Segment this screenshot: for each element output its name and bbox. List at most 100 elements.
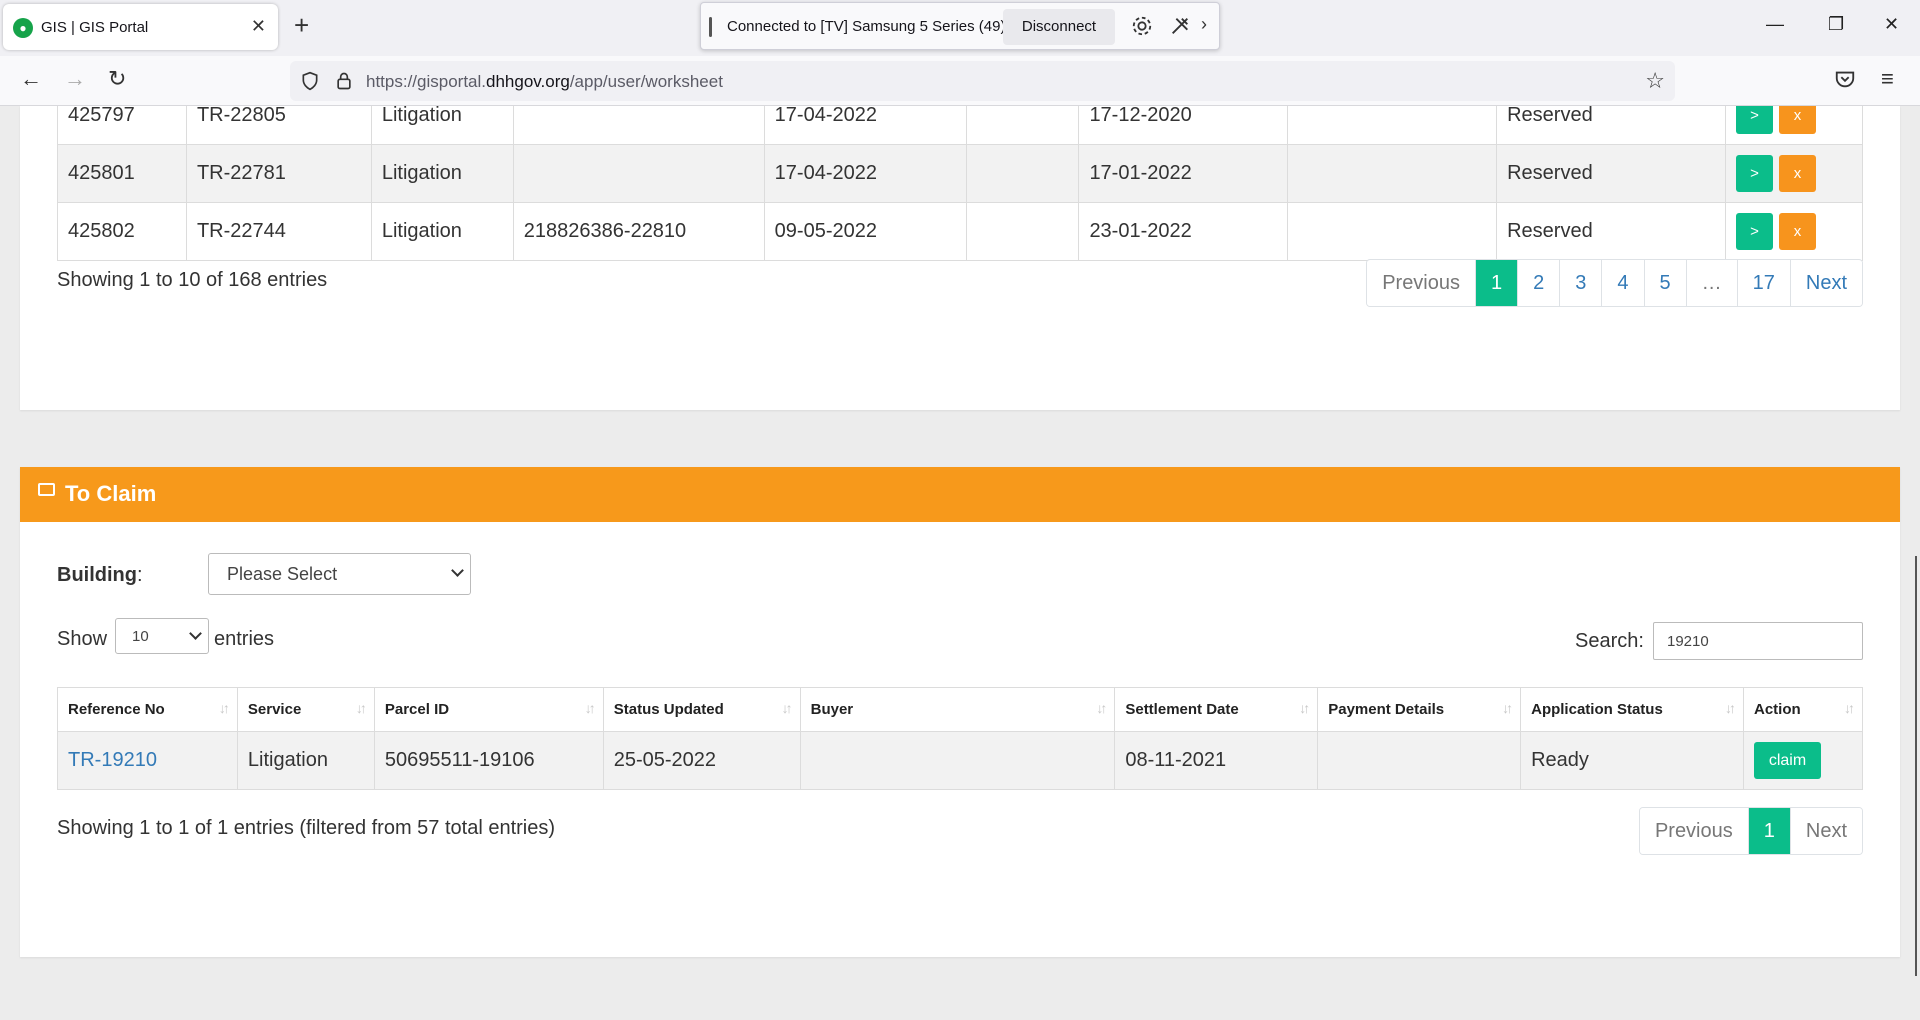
page-scrollbar[interactable]: [1912, 106, 1920, 1020]
pagination-previous[interactable]: Previous: [1367, 260, 1475, 306]
restore-icon[interactable]: ❐: [1828, 14, 1844, 35]
bookmark-star-icon[interactable]: ☆: [1645, 68, 1665, 94]
cell-buyer: [965, 106, 1080, 145]
unpin-icon[interactable]: [1169, 15, 1191, 37]
cell-buyer: [965, 202, 1080, 261]
remove-button[interactable]: x: [1778, 213, 1816, 250]
browser-tab[interactable]: ● GIS | GIS Portal ✕: [3, 4, 278, 50]
cell-app-status: Ready: [1520, 731, 1744, 790]
pagination-previous[interactable]: Previous: [1639, 808, 1748, 854]
chevron-down-icon: [451, 564, 464, 577]
pagination-page[interactable]: 4: [1601, 260, 1644, 306]
url-text[interactable]: https://gisportal.dhhgov.org/app/user/wo…: [366, 72, 723, 92]
column-header-settlement-date[interactable]: Settlement Date ↓↑: [1114, 687, 1319, 732]
column-header-payment-details[interactable]: Payment Details ↓↑: [1317, 687, 1522, 732]
shield-icon[interactable]: [300, 71, 320, 91]
pagination-page[interactable]: 1: [1747, 808, 1790, 854]
table-row: 425802 TR-22744 Litigation 218826386-228…: [57, 202, 1864, 261]
worksheet-table: 425797 TR-22805 Litigation 17-04-2022 17…: [57, 106, 1864, 261]
worksheet-card: 425797 TR-22805 Litigation 17-04-2022 17…: [20, 106, 1900, 410]
cell-ref: TR-22781: [185, 144, 372, 203]
column-header-status-updated[interactable]: Status Updated ↓↑: [602, 687, 801, 732]
pagination-next[interactable]: Next: [1789, 808, 1862, 854]
search-input[interactable]: 19210: [1653, 622, 1863, 660]
drag-handle-icon[interactable]: [709, 17, 712, 37]
entries-length-select[interactable]: 10: [115, 618, 209, 654]
cell-payment: [1287, 144, 1498, 203]
pagination-page[interactable]: 5: [1643, 260, 1686, 306]
cell-app-status: Reserved: [1496, 106, 1726, 145]
scrollbar-thumb[interactable]: [1915, 556, 1917, 976]
cell-ref: TR-22805: [185, 106, 372, 145]
table-info: Showing 1 to 10 of 168 entries: [57, 269, 328, 291]
table-row: 425797 TR-22805 Litigation 17-04-2022 17…: [57, 106, 1864, 145]
pagination: Previous 1 Next: [1638, 807, 1863, 855]
column-header-buyer[interactable]: Buyer ↓↑: [799, 687, 1116, 732]
claim-button[interactable]: claim: [1753, 742, 1821, 779]
forward-button[interactable]: >: [1735, 155, 1773, 192]
column-header-service[interactable]: Service ↓↑: [236, 687, 375, 732]
cell-payment: [1287, 106, 1498, 145]
building-select[interactable]: Please Select: [208, 553, 471, 595]
lock-icon[interactable]: [334, 70, 354, 92]
cell-action: > x: [1724, 144, 1864, 203]
cell-ref: TR-22744: [185, 202, 372, 261]
cell-settlement: 17-01-2022: [1078, 144, 1289, 203]
minimize-icon[interactable]: —: [1766, 14, 1784, 35]
forward-arrow-icon[interactable]: →: [64, 68, 86, 90]
pagination-ellipsis: …: [1685, 260, 1737, 306]
cell-service: Litigation: [370, 202, 514, 261]
column-header-reference-no[interactable]: Reference No ↓↑: [57, 687, 238, 732]
building-label: Building:: [57, 564, 143, 586]
sort-icon: ↓↑: [1724, 700, 1736, 716]
cell-buyer: [965, 144, 1080, 203]
pagination-next[interactable]: Next: [1789, 260, 1862, 306]
browser-navbar: ← → ↻ https://gisportal.dhhgov.org/app/u…: [0, 56, 1920, 106]
new-tab-icon[interactable]: +: [294, 10, 309, 41]
pagination-page[interactable]: 1: [1475, 260, 1518, 306]
table-info: Showing 1 to 1 of 1 entries (filtered fr…: [57, 817, 556, 839]
reload-icon[interactable]: ↻: [108, 68, 126, 90]
close-tab-icon[interactable]: ✕: [251, 16, 266, 37]
cell-status-updated: 25-05-2022: [602, 731, 801, 790]
cell-action: > x: [1724, 106, 1864, 145]
back-arrow-icon[interactable]: ←: [20, 68, 42, 90]
sort-icon: ↓↑: [218, 700, 230, 716]
remove-button[interactable]: x: [1778, 106, 1816, 134]
cell-id: 425797: [57, 106, 187, 145]
cell-settlement: 08-11-2021: [1114, 731, 1319, 790]
sort-icon: ↓↑: [355, 700, 367, 716]
forward-button[interactable]: >: [1735, 106, 1773, 134]
gear-icon[interactable]: [1131, 15, 1153, 37]
close-window-icon[interactable]: ✕: [1884, 14, 1899, 35]
cell-app-status: Reserved: [1496, 144, 1726, 203]
to-claim-table: Reference No ↓↑ Service ↓↑ Parcel ID ↓↑ Sta…: [57, 687, 1864, 790]
entries-label: entries: [214, 628, 275, 650]
column-header-parcel-id[interactable]: Parcel ID ↓↑: [373, 687, 604, 732]
pagination-page[interactable]: 17: [1736, 260, 1790, 306]
browser-tabbar: ● GIS | GIS Portal ✕ + Connected to [TV]…: [0, 0, 1920, 56]
cell-buyer: [799, 731, 1116, 790]
pagination-page[interactable]: 3: [1559, 260, 1602, 306]
menu-icon[interactable]: ≡: [1881, 68, 1894, 90]
pocket-icon[interactable]: [1834, 68, 1856, 90]
url-bar[interactable]: https://gisportal.dhhgov.org/app/user/wo…: [290, 61, 1675, 101]
remove-button[interactable]: x: [1778, 155, 1816, 192]
pagination-page[interactable]: 2: [1517, 260, 1560, 306]
reference-link[interactable]: TR-19210: [57, 731, 238, 790]
column-header-application-status[interactable]: Application Status ↓↑: [1520, 687, 1744, 732]
pagination: Previous 1 2 3 4 5 … 17 Next: [1366, 259, 1863, 307]
sort-icon: ↓↑: [1502, 700, 1513, 716]
cell-parcel: [512, 106, 765, 145]
forward-button[interactable]: >: [1735, 213, 1773, 250]
chevron-right-icon[interactable]: ›: [1201, 14, 1207, 35]
cell-service: Litigation: [236, 731, 375, 790]
column-header-action[interactable]: Action ↓↑: [1742, 687, 1864, 732]
cell-parcel: 50695511-19106: [373, 731, 604, 790]
disconnect-button[interactable]: Disconnect: [1003, 9, 1115, 45]
search-label: Search:: [1575, 630, 1644, 652]
cell-status-updated: 17-04-2022: [763, 144, 967, 203]
cell-action: claim: [1742, 731, 1864, 790]
sort-icon: ↓↑: [1844, 700, 1855, 716]
cell-settlement: 23-01-2022: [1078, 202, 1289, 261]
